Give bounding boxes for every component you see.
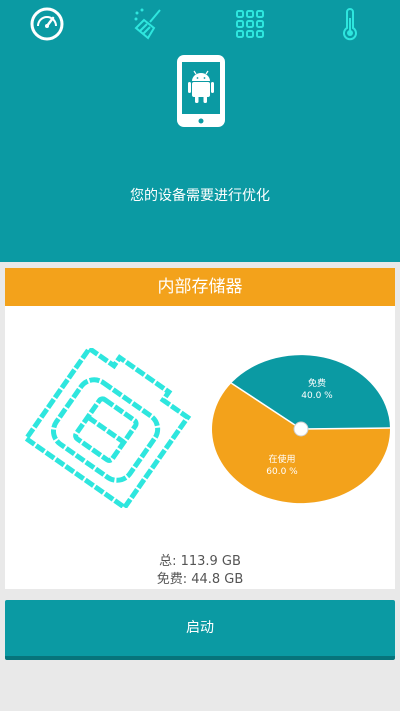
- sd-card-icon: [17, 345, 197, 511]
- speedometer-icon[interactable]: [27, 4, 67, 44]
- storage-stats: 总: 113.9 GB 免费: 44.8 GB: [5, 553, 395, 589]
- internal-storage-card: 内部存储器 免费 40.0 % 在使用 60.0 % 总: 113.9 GB 免…: [5, 268, 395, 589]
- app-grid-icon[interactable]: [230, 4, 270, 44]
- total-storage: 总: 113.9 GB: [159, 554, 241, 569]
- pie-label-used: 在使用: [268, 453, 295, 465]
- start-button[interactable]: 启动: [5, 600, 395, 660]
- top-tab-bar: [0, 4, 400, 44]
- pie-value-used: 60.0 %: [266, 467, 298, 477]
- broom-icon[interactable]: [128, 4, 168, 44]
- pie-label-free: 免费: [308, 377, 326, 389]
- card-title: 内部存储器: [5, 268, 395, 306]
- pie-value-free: 40.0 %: [301, 391, 333, 401]
- phone-android-icon: [175, 53, 227, 129]
- thermometer-icon[interactable]: [330, 4, 370, 44]
- free-storage: 免费: 44.8 GB: [156, 572, 244, 587]
- optimization-message: 您的设备需要进行优化: [130, 188, 270, 204]
- storage-pie-chart: 免费 40.0 % 在使用 60.0 %: [210, 354, 392, 504]
- header-panel: 您的设备需要进行优化: [0, 0, 400, 262]
